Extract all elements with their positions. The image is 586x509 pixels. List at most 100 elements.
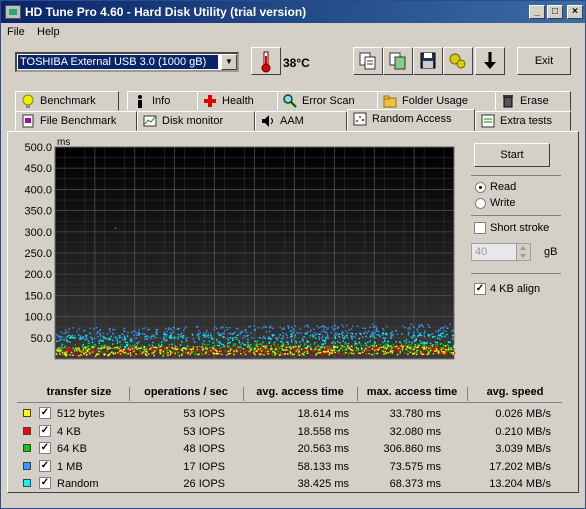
scatter-point	[145, 347, 147, 350]
tab-info[interactable]: Info	[127, 91, 201, 111]
scatter-point	[76, 350, 78, 352]
menu-file[interactable]: File	[7, 26, 25, 38]
menu-help[interactable]: Help	[37, 26, 60, 38]
scatter-point	[360, 346, 363, 349]
tab-error-scan[interactable]: Error Scan	[277, 91, 381, 111]
download-button[interactable]	[475, 47, 505, 75]
scatter-point	[189, 353, 192, 355]
short-stroke-value: 40	[475, 246, 488, 258]
start-button[interactable]: Start	[474, 143, 550, 167]
align-checkbox[interactable]: ✓	[474, 283, 486, 295]
scatter-point	[57, 335, 59, 337]
copy-screen-button[interactable]	[383, 47, 413, 75]
scatter-point	[91, 341, 94, 344]
scatter-point	[318, 336, 320, 338]
col-header-ops: operations / sec	[144, 386, 228, 398]
series-checkbox[interactable]: ✓	[39, 477, 51, 489]
scatter-point	[149, 348, 151, 351]
scatter-point	[275, 337, 278, 339]
close-button[interactable]: ×	[567, 5, 583, 19]
scatter-point	[304, 333, 307, 335]
series-checkbox[interactable]: ✓	[39, 407, 51, 419]
scatter-point	[163, 346, 165, 348]
short-stroke-input[interactable]: 40	[471, 243, 531, 261]
scatter-point	[234, 343, 237, 346]
scatter-point	[323, 330, 325, 333]
col-header-avg-speed: avg. speed	[486, 386, 544, 398]
tab-extra-tests[interactable]: Extra tests	[475, 111, 571, 131]
scatter-point	[165, 352, 168, 355]
scatter-point	[358, 337, 361, 340]
maximize-button[interactable]: □	[547, 5, 563, 19]
series-checkbox[interactable]: ✓	[39, 442, 51, 454]
tab-folder-usage[interactable]: Folder Usage	[377, 91, 499, 111]
scatter-point	[440, 352, 442, 355]
tab-disk-monitor[interactable]: Disk monitor	[137, 111, 255, 131]
scatter-point	[159, 345, 162, 348]
scatter-point	[169, 337, 172, 339]
tab-aam[interactable]: AAM	[255, 111, 347, 131]
scatter-point	[396, 333, 399, 336]
scatter-point	[245, 352, 247, 354]
scatter-point	[200, 348, 202, 350]
short-stroke-checkbox[interactable]	[474, 222, 486, 234]
scatter-point	[436, 341, 438, 344]
scatter-point	[277, 350, 280, 353]
copy-text-button[interactable]	[353, 47, 383, 75]
scatter-point	[408, 347, 411, 349]
read-radio[interactable]	[475, 182, 486, 193]
scatter-point	[219, 342, 221, 345]
scatter-point	[327, 327, 330, 329]
scatter-point	[213, 353, 216, 355]
scatter-point	[138, 334, 140, 336]
scatter-point	[138, 332, 141, 334]
scatter-point	[257, 343, 259, 346]
minimize-button[interactable]: _	[529, 5, 545, 19]
scatter-point	[291, 326, 293, 328]
series-checkbox[interactable]: ✓	[39, 424, 51, 437]
temperature-button[interactable]	[251, 47, 281, 75]
scatter-point	[81, 344, 84, 346]
scatter-point	[212, 354, 215, 356]
scatter-point	[431, 347, 433, 349]
chevron-down-icon[interactable]: ▼	[221, 54, 237, 70]
scatter-point	[259, 343, 261, 345]
tab-erase[interactable]: Erase	[495, 91, 571, 111]
tab-benchmark[interactable]: Benchmark	[15, 91, 119, 111]
scatter-point	[61, 336, 64, 338]
scatter-point	[390, 332, 392, 334]
info-icon	[138, 95, 142, 108]
tab-file-benchmark[interactable]: File Benchmark	[15, 111, 137, 131]
scatter-point	[247, 345, 249, 348]
tab-random-access[interactable]: Random Access	[347, 109, 475, 131]
title-bar[interactable]: HD Tune Pro 4.60 - Hard Disk Utility (tr…	[1, 1, 585, 23]
write-radio[interactable]	[475, 198, 486, 209]
scatter-point	[171, 332, 173, 335]
scatter-point	[391, 351, 394, 354]
scatter-point	[134, 351, 136, 353]
scatter-point	[267, 337, 270, 340]
tab-health[interactable]: Health	[197, 91, 281, 111]
scatter-point	[423, 335, 426, 337]
scatter-point	[70, 347, 72, 350]
spinner-icon[interactable]	[516, 244, 530, 260]
scatter-point	[342, 349, 344, 351]
scatter-point	[121, 333, 124, 335]
scatter-point	[420, 353, 423, 355]
save-button[interactable]	[413, 47, 443, 75]
scatter-point	[133, 350, 135, 352]
drive-select[interactable]: TOSHIBA External USB 3.0 (1000 gB) ▼	[15, 52, 239, 72]
scatter-point	[263, 325, 265, 328]
scatter-point	[177, 333, 180, 336]
series-checkbox[interactable]: ✓	[39, 459, 51, 472]
exit-button[interactable]: Exit	[517, 47, 571, 75]
options-button[interactable]	[443, 47, 473, 75]
scatter-point	[362, 327, 364, 330]
scatter-point	[346, 334, 348, 337]
scatter-point	[446, 333, 448, 336]
scatter-point	[163, 349, 165, 351]
scatter-point	[154, 350, 156, 352]
scatter-point	[99, 347, 102, 350]
scatter-point	[298, 354, 301, 356]
scatter-point	[162, 353, 165, 355]
